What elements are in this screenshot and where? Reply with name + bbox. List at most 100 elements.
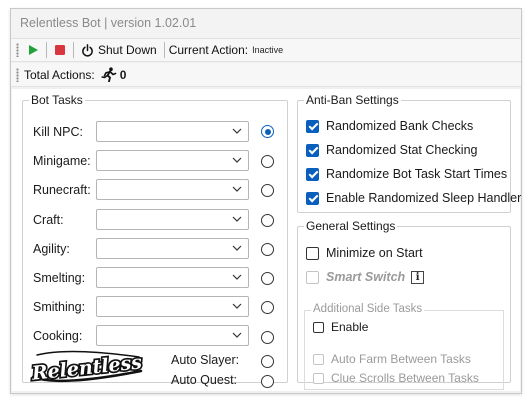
start-button[interactable] — [24, 40, 42, 60]
chevron-down-icon — [232, 303, 242, 309]
status-bar: Total Actions: 0 — [11, 63, 521, 87]
bank-checks-label: Randomized Bank Checks — [326, 119, 474, 133]
smithing-radio[interactable] — [261, 301, 274, 314]
auto-farm-option[interactable]: Auto Farm Between Tasks — [313, 351, 471, 367]
clue-scrolls-label: Clue Scrolls Between Tasks — [331, 371, 479, 385]
task-label: Cooking: — [33, 329, 83, 343]
current-action-label: Current Action: — [168, 43, 249, 57]
bot-tasks-group: Bot Tasks Kill NPC: Minigame: Runecraft: — [22, 93, 288, 388]
enable-side-tasks-label: Enable — [331, 320, 369, 334]
shutdown-button[interactable]: Shut Down — [78, 40, 160, 60]
chevron-down-icon — [232, 216, 242, 222]
runecraft-radio[interactable] — [261, 184, 274, 197]
clue-scrolls-checkbox[interactable] — [313, 372, 324, 384]
task-label: Smithing: — [33, 300, 86, 314]
task-start-times-label: Randomize Bot Task Start Times — [326, 167, 508, 181]
general-settings-title: General Settings — [306, 219, 396, 233]
statusbar-grip[interactable] — [16, 67, 19, 82]
content-panel: Bot Tasks Kill NPC: Minigame: Runecraft: — [12, 89, 521, 391]
sleep-handler-option[interactable]: Enable Randomized Sleep Handler — [306, 190, 521, 206]
main-window: Relentless Bot | version 1.02.01 Shut Do… — [10, 8, 522, 394]
sleep-handler-label: Enable Randomized Sleep Handler — [326, 191, 522, 205]
chevron-down-icon — [232, 128, 242, 134]
sleep-handler-checkbox[interactable] — [306, 191, 319, 205]
minimize-label: Minimize on Start — [326, 246, 423, 260]
stop-icon — [55, 45, 65, 55]
chevron-down-icon — [232, 186, 242, 192]
cooking-radio[interactable] — [261, 331, 274, 344]
anti-ban-group: Anti-Ban Settings Randomized Bank Checks… — [297, 93, 521, 213]
runner-icon — [101, 67, 117, 82]
task-start-times-option[interactable]: Randomize Bot Task Start Times — [306, 166, 507, 182]
task-label: Smelting: — [33, 271, 86, 285]
clue-scrolls-option[interactable]: Clue Scrolls Between Tasks — [313, 370, 479, 386]
chevron-down-icon — [232, 274, 242, 280]
minimize-checkbox[interactable] — [306, 246, 319, 260]
kill-npc-radio[interactable] — [261, 125, 274, 138]
agility-radio[interactable] — [261, 243, 274, 256]
toolbar-grip[interactable] — [16, 43, 19, 57]
smart-switch-option[interactable]: Smart Switch i — [306, 269, 425, 285]
toolbar-separator — [73, 42, 74, 58]
minigame-radio[interactable] — [261, 155, 274, 168]
task-label: Kill NPC: — [33, 125, 84, 139]
task-row-smithing: Smithing: — [33, 296, 281, 318]
task-row-agility: Agility: — [33, 238, 281, 260]
bank-checks-checkbox[interactable] — [306, 119, 319, 133]
task-row-runecraft: Runecraft: — [33, 179, 281, 201]
total-actions-count: 0 — [119, 67, 127, 82]
smelting-dropdown[interactable] — [96, 267, 249, 288]
chevron-down-icon — [232, 157, 242, 163]
auto-farm-checkbox[interactable] — [313, 353, 324, 365]
enable-side-tasks-checkbox[interactable] — [313, 321, 324, 333]
stat-checking-option[interactable]: Randomized Stat Checking — [306, 142, 477, 158]
auto-quest-radio[interactable] — [261, 375, 274, 388]
agility-dropdown[interactable] — [96, 238, 249, 259]
toolbar: Shut Down Current Action: Inactive — [11, 38, 521, 62]
anti-ban-title: Anti-Ban Settings — [306, 93, 399, 107]
smart-switch-checkbox[interactable] — [306, 270, 319, 284]
task-label: Minigame: — [33, 154, 91, 168]
smelting-radio[interactable] — [261, 272, 274, 285]
task-row-minigame: Minigame: — [33, 150, 281, 172]
task-row-cooking: Cooking: — [33, 325, 281, 347]
window-title: Relentless Bot | version 1.02.01 — [11, 9, 521, 38]
chevron-down-icon — [232, 245, 242, 251]
stat-checking-label: Randomized Stat Checking — [326, 143, 478, 157]
enable-side-tasks-option[interactable]: Enable — [313, 319, 368, 335]
auto-farm-label: Auto Farm Between Tasks — [331, 352, 471, 366]
task-row-smelting: Smelting: — [33, 267, 281, 289]
current-action-value: Inactive — [252, 45, 284, 55]
auto-quest-label: Auto Quest: — [171, 373, 238, 387]
bank-checks-option[interactable]: Randomized Bank Checks — [306, 118, 473, 134]
task-start-times-checkbox[interactable] — [306, 167, 319, 181]
shutdown-label: Shut Down — [98, 43, 157, 57]
side-tasks-group: Additional Side Tasks Enable Auto Farm B… — [304, 303, 504, 390]
task-row-craft: Craft: — [33, 209, 281, 231]
smart-switch-label: Smart Switch — [326, 270, 406, 284]
side-tasks-title: Additional Side Tasks — [311, 303, 425, 315]
info-icon[interactable]: i — [411, 270, 425, 284]
toolbar-separator — [46, 42, 47, 58]
stop-button[interactable] — [51, 40, 69, 60]
general-settings-group: General Settings Minimize on Start Smart… — [297, 219, 511, 390]
minigame-dropdown[interactable] — [96, 150, 249, 171]
task-label: Agility: — [33, 242, 70, 256]
runecraft-dropdown[interactable] — [96, 179, 249, 200]
play-icon — [29, 45, 38, 55]
task-row-kill-npc: Kill NPC: — [33, 121, 281, 143]
craft-radio[interactable] — [261, 214, 274, 227]
minimize-option[interactable]: Minimize on Start — [306, 245, 423, 261]
cooking-dropdown[interactable] — [96, 325, 249, 346]
craft-dropdown[interactable] — [96, 209, 249, 230]
kill-npc-dropdown[interactable] — [96, 121, 249, 142]
smithing-dropdown[interactable] — [96, 296, 249, 317]
bot-tasks-title: Bot Tasks — [31, 93, 83, 107]
stat-checking-checkbox[interactable] — [306, 143, 319, 157]
power-icon — [82, 43, 93, 57]
task-label: Craft: — [33, 213, 64, 227]
auto-slayer-radio[interactable] — [261, 355, 274, 368]
chevron-down-icon — [232, 332, 242, 338]
relentless-logo: Relentless — [28, 347, 147, 390]
task-label: Runecraft: — [33, 183, 91, 197]
